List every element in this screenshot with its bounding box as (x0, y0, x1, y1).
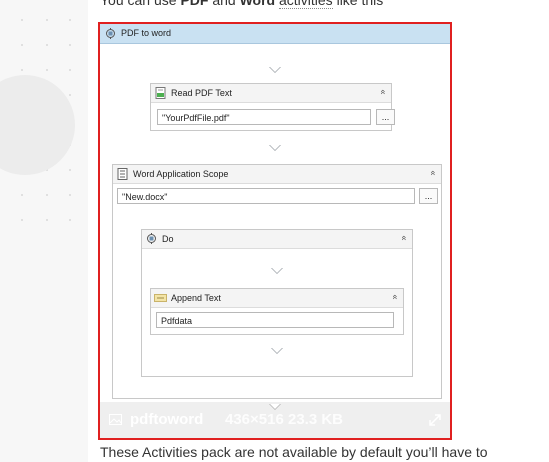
pdf-file-icon (155, 87, 166, 99)
sequence-icon (147, 233, 156, 244)
intro-bold-word: Word (239, 0, 276, 8)
image-filename: pdftoword (130, 411, 204, 428)
sequence-icon (106, 28, 115, 39)
append-text-header: Append Text « (151, 289, 403, 308)
append-text-title: Append Text (171, 293, 221, 303)
read-pdf-activity[interactable]: Read PDF Text « "YourPdfFile.pdf" ... (150, 83, 395, 131)
intro-prefix: You can use (100, 0, 181, 8)
intro-bold-pdf: PDF (180, 0, 209, 8)
flow-arrow-4 (271, 348, 283, 354)
word-scope-activity[interactable]: Word Application Scope « "New.docx" ... … (112, 164, 442, 399)
sequence-header[interactable]: PDF to word (100, 24, 450, 44)
word-doc-icon (117, 168, 128, 180)
collapse-icon[interactable]: « (399, 235, 409, 240)
pdf-file-input[interactable]: "YourPdfFile.pdf" (157, 109, 371, 125)
left-decoration (0, 0, 88, 462)
do-title: Do (162, 234, 174, 244)
collapse-icon[interactable]: « (378, 89, 388, 94)
image-icon (109, 414, 122, 425)
read-pdf-header: Read PDF Text « (151, 84, 391, 103)
workflow-image[interactable]: PDF to word Read PDF Text « "YourPdfFile… (98, 22, 452, 440)
flow-arrow-3 (271, 268, 283, 274)
footer-paragraph: These Activities pack are not available … (100, 444, 488, 460)
do-header: Do « (142, 230, 412, 249)
word-scope-header: Word Application Scope « (113, 165, 441, 184)
activities-link[interactable]: activities (279, 0, 333, 9)
flow-arrow-5 (269, 404, 281, 410)
expand-icon[interactable] (428, 413, 442, 427)
flow-arrow-2 (269, 145, 281, 151)
browse-pdf-button[interactable]: ... (376, 109, 395, 125)
image-meta: 436×516 23.3 KB (225, 411, 344, 428)
collapse-icon[interactable]: « (428, 170, 438, 175)
append-text-input[interactable]: Pdfdata (156, 312, 394, 328)
word-scope-title: Word Application Scope (133, 169, 229, 179)
word-file-input[interactable]: "New.docx" (117, 188, 415, 204)
flow-arrow-1 (269, 67, 281, 73)
intro-text: You can use PDF and Word activities like… (100, 0, 384, 9)
image-info-overlay: pdftoword 436×516 23.3 KB (100, 402, 450, 438)
append-text-activity[interactable]: Append Text « Pdfdata (150, 288, 404, 335)
collapse-icon[interactable]: « (390, 294, 400, 299)
intro-middle: and (208, 0, 240, 8)
sequence-title: PDF to word (121, 28, 172, 38)
append-text-icon (154, 294, 167, 302)
read-pdf-title: Read PDF Text (171, 88, 232, 98)
browse-word-button[interactable]: ... (419, 188, 438, 204)
do-sequence[interactable]: Do « Append Text « Pdfdata (141, 229, 413, 377)
intro-suffix: like this (332, 0, 384, 8)
